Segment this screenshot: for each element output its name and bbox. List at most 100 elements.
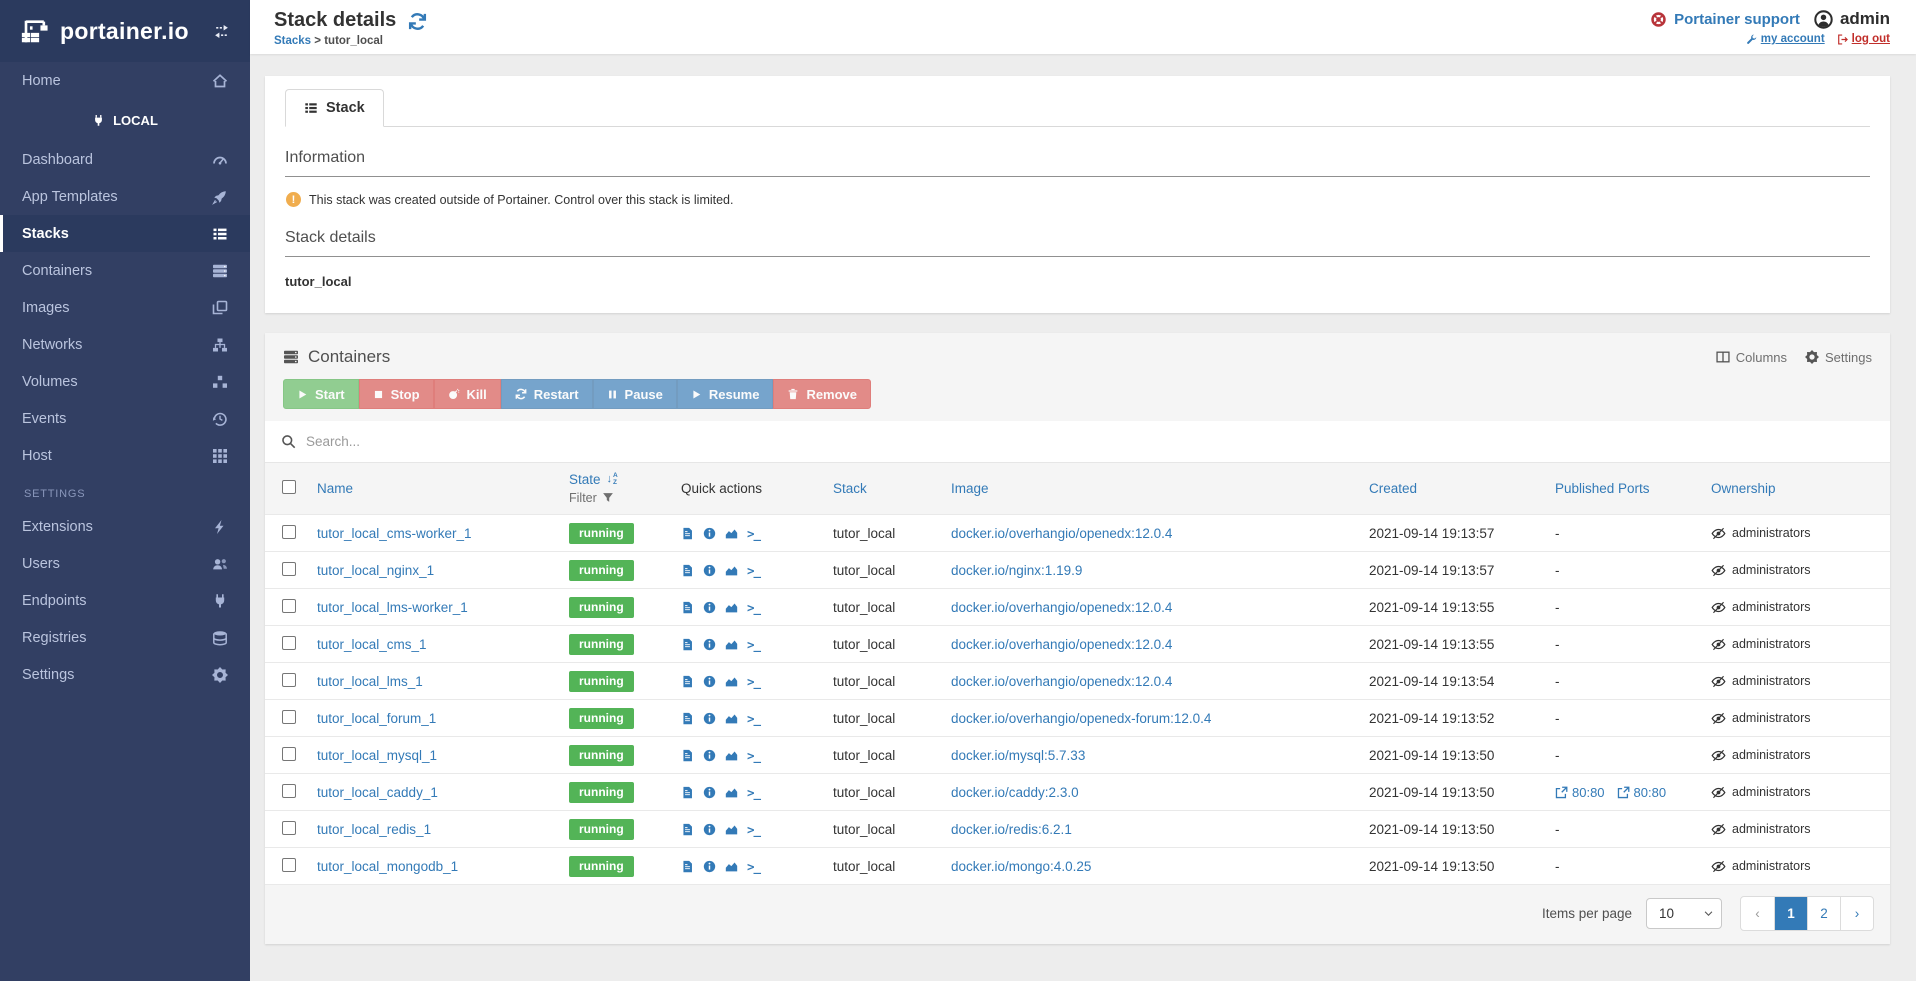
pagination-page-2[interactable]: 2 [1807,897,1840,930]
kill-button[interactable]: Kill [434,379,501,409]
sidebar-item-app-templates[interactable]: App Templates [0,178,250,215]
published-port-link[interactable]: 80:80 [1617,785,1667,800]
user-menu[interactable]: admin [1814,9,1890,29]
pagination-page-1[interactable]: 1 [1774,897,1807,930]
sidebar-item-volumes[interactable]: Volumes [0,363,250,400]
container-name-link[interactable]: tutor_local_mongodb_1 [317,859,458,874]
stats-icon[interactable] [725,712,738,725]
console-icon[interactable]: >_ [747,859,760,874]
portainer-logo[interactable]: portainer.io [0,0,250,62]
portainer-support-link[interactable]: Portainer support [1650,11,1800,28]
image-link[interactable]: docker.io/overhangio/openedx:12.0.4 [951,526,1172,541]
sidebar-item-dashboard[interactable]: Dashboard [0,141,250,178]
row-checkbox[interactable] [282,525,296,539]
inspect-icon[interactable] [703,860,716,873]
pagination-next-button[interactable]: › [1840,897,1873,930]
stats-icon[interactable] [725,601,738,614]
select-all-checkbox[interactable] [282,480,296,494]
stats-icon[interactable] [725,749,738,762]
logs-icon[interactable] [681,749,694,762]
container-name-link[interactable]: tutor_local_lms_1 [317,674,423,689]
inspect-icon[interactable] [703,823,716,836]
stats-icon[interactable] [725,823,738,836]
console-icon[interactable]: >_ [747,526,760,541]
tab-stack[interactable]: Stack [285,89,384,127]
sidebar-item-extensions[interactable]: Extensions [0,508,250,545]
image-link[interactable]: docker.io/overhangio/openedx:12.0.4 [951,637,1172,652]
items-per-page-select[interactable]: 10 [1646,898,1722,929]
sidebar-item-host[interactable]: Host [0,437,250,474]
console-icon[interactable]: >_ [747,748,760,763]
sidebar-item-settings[interactable]: Settings [0,656,250,693]
console-icon[interactable]: >_ [747,711,760,726]
sidebar-item-events[interactable]: Events [0,400,250,437]
sidebar-item-images[interactable]: Images [0,289,250,326]
logout-link[interactable]: log out [1837,33,1890,45]
search-input[interactable] [306,434,1874,449]
image-link[interactable]: docker.io/overhangio/openedx:12.0.4 [951,674,1172,689]
container-name-link[interactable]: tutor_local_mysql_1 [317,748,437,763]
column-header-name[interactable]: Name [317,481,353,496]
column-header-image[interactable]: Image [951,481,989,496]
row-checkbox[interactable] [282,747,296,761]
console-icon[interactable]: >_ [747,822,760,837]
console-icon[interactable]: >_ [747,674,760,689]
sidebar-item-stacks[interactable]: Stacks [0,215,250,252]
container-name-link[interactable]: tutor_local_forum_1 [317,711,436,726]
stats-icon[interactable] [725,638,738,651]
state-filter-button[interactable]: Filter [569,491,661,505]
sidebar-item-home[interactable]: Home [0,62,250,99]
column-header-created[interactable]: Created [1369,481,1417,496]
container-name-link[interactable]: tutor_local_cms_1 [317,637,427,652]
container-name-link[interactable]: tutor_local_redis_1 [317,822,431,837]
console-icon[interactable]: >_ [747,600,760,615]
row-checkbox[interactable] [282,562,296,576]
row-checkbox[interactable] [282,710,296,724]
start-button[interactable]: Start [283,379,359,409]
row-checkbox[interactable] [282,599,296,613]
row-checkbox[interactable] [282,673,296,687]
console-icon[interactable]: >_ [747,785,760,800]
container-name-link[interactable]: tutor_local_caddy_1 [317,785,438,800]
inspect-icon[interactable] [703,675,716,688]
sidebar-collapse-button[interactable] [213,23,230,40]
image-link[interactable]: docker.io/mysql:5.7.33 [951,748,1085,763]
logs-icon[interactable] [681,601,694,614]
logs-icon[interactable] [681,823,694,836]
sidebar-item-containers[interactable]: Containers [0,252,250,289]
logs-icon[interactable] [681,527,694,540]
logs-icon[interactable] [681,786,694,799]
stats-icon[interactable] [725,564,738,577]
sidebar-item-networks[interactable]: Networks [0,326,250,363]
restart-button[interactable]: Restart [501,379,593,409]
stats-icon[interactable] [725,527,738,540]
resume-button[interactable]: Resume [677,379,774,409]
column-header-stack[interactable]: Stack [833,481,867,496]
inspect-icon[interactable] [703,527,716,540]
sidebar-item-users[interactable]: Users [0,545,250,582]
logs-icon[interactable] [681,860,694,873]
remove-button[interactable]: Remove [773,379,871,409]
stats-icon[interactable] [725,860,738,873]
console-icon[interactable]: >_ [747,563,760,578]
inspect-icon[interactable] [703,638,716,651]
column-header-published-ports[interactable]: Published Ports [1555,481,1650,496]
refresh-button[interactable] [408,12,427,31]
container-name-link[interactable]: tutor_local_lms-worker_1 [317,600,468,615]
image-link[interactable]: docker.io/mongo:4.0.25 [951,859,1091,874]
container-name-link[interactable]: tutor_local_nginx_1 [317,563,434,578]
image-link[interactable]: docker.io/caddy:2.3.0 [951,785,1079,800]
sidebar-item-registries[interactable]: Registries [0,619,250,656]
inspect-icon[interactable] [703,564,716,577]
columns-button[interactable]: Columns [1716,350,1787,365]
row-checkbox[interactable] [282,821,296,835]
breadcrumb-stacks-link[interactable]: Stacks [274,35,311,47]
image-link[interactable]: docker.io/overhangio/openedx-forum:12.0.… [951,711,1211,726]
inspect-icon[interactable] [703,601,716,614]
sidebar-item-endpoints[interactable]: Endpoints [0,582,250,619]
console-icon[interactable]: >_ [747,637,760,652]
image-link[interactable]: docker.io/redis:6.2.1 [951,822,1072,837]
stop-button[interactable]: Stop [359,379,434,409]
column-header-ownership[interactable]: Ownership [1711,481,1776,496]
inspect-icon[interactable] [703,786,716,799]
